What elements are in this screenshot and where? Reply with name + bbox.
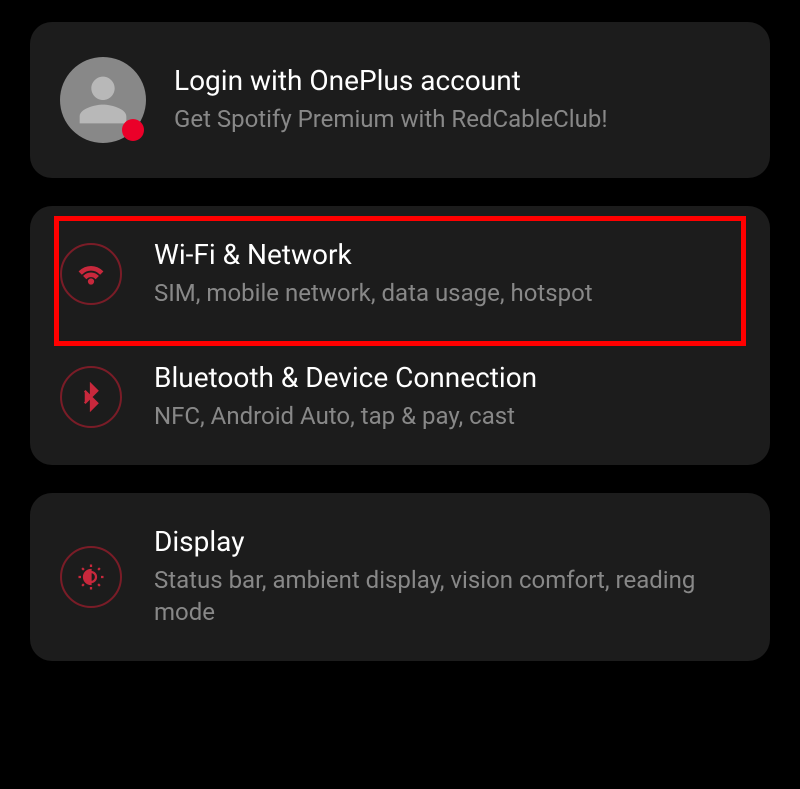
row-title: Bluetooth & Device Connection — [154, 361, 537, 394]
row-text: Bluetooth & Device Connection NFC, Andro… — [154, 361, 537, 432]
account-title: Login with OnePlus account — [174, 64, 608, 97]
notification-badge-icon — [122, 119, 144, 141]
row-subtitle: Status bar, ambient display, vision comf… — [154, 564, 740, 629]
row-subtitle: SIM, mobile network, data usage, hotspot — [154, 277, 593, 309]
account-text: Login with OnePlus account Get Spotify P… — [174, 64, 608, 135]
settings-group-display: Display Status bar, ambient display, vis… — [30, 493, 770, 661]
settings-row-display[interactable]: Display Status bar, ambient display, vis… — [30, 499, 770, 655]
settings-row-wifi-network[interactable]: Wi-Fi & Network SIM, mobile network, dat… — [30, 212, 770, 335]
brightness-icon — [60, 546, 122, 608]
row-text: Display Status bar, ambient display, vis… — [154, 525, 740, 629]
row-title: Display — [154, 525, 740, 558]
row-text: Wi-Fi & Network SIM, mobile network, dat… — [154, 238, 593, 309]
settings-group-connectivity: Wi-Fi & Network SIM, mobile network, dat… — [30, 206, 770, 465]
wifi-icon — [60, 243, 122, 305]
row-title: Wi-Fi & Network — [154, 238, 593, 271]
account-login-card[interactable]: Login with OnePlus account Get Spotify P… — [30, 22, 770, 178]
row-subtitle: NFC, Android Auto, tap & pay, cast — [154, 400, 537, 432]
bluetooth-icon — [60, 366, 122, 428]
avatar-wrap — [60, 57, 146, 143]
account-subtitle: Get Spotify Premium with RedCableClub! — [174, 103, 608, 135]
settings-row-bluetooth[interactable]: Bluetooth & Device Connection NFC, Andro… — [30, 335, 770, 458]
